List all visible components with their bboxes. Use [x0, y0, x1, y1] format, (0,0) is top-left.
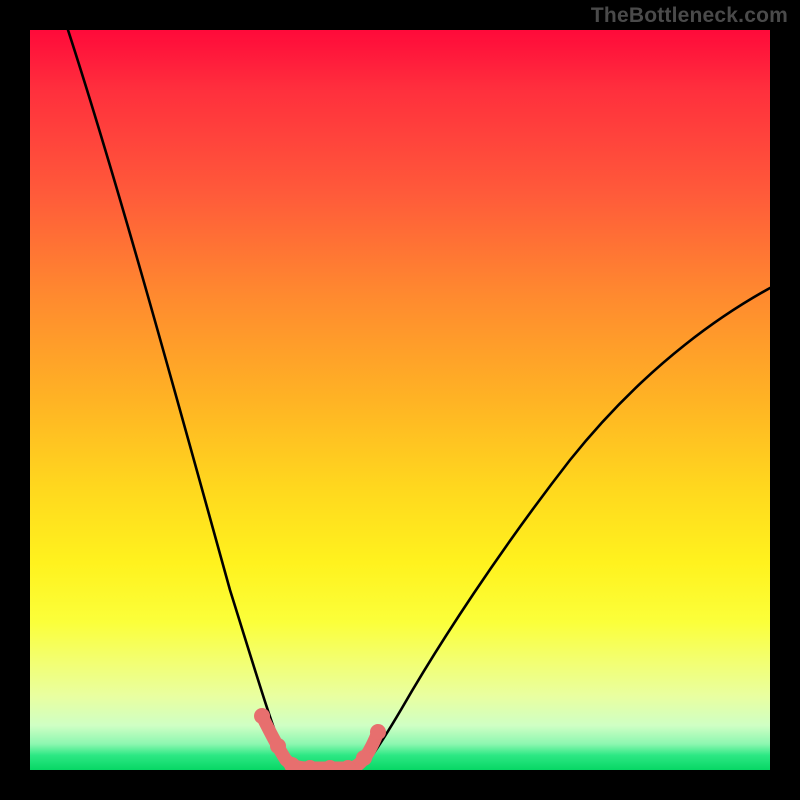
- curve-layer: [30, 30, 770, 770]
- left-curve: [68, 30, 292, 768]
- plot-area: [30, 30, 770, 770]
- watermark-text: TheBottleneck.com: [591, 4, 788, 28]
- chart-stage: TheBottleneck.com: [0, 0, 800, 800]
- right-curve: [362, 288, 770, 768]
